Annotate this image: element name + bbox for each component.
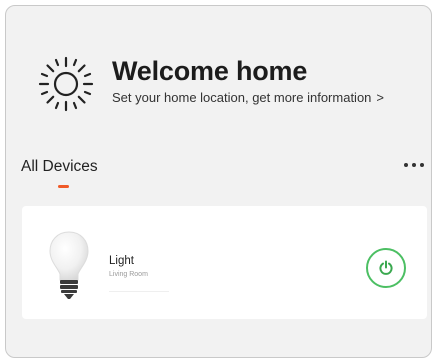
home-panel: Welcome home Set your home location, get… — [5, 5, 432, 358]
tab-all-devices[interactable]: All Devices — [21, 158, 98, 176]
welcome-text: Welcome home Set your home location, get… — [112, 56, 384, 105]
home-location-link[interactable]: Set your home location, get more informa… — [112, 90, 384, 105]
sun-icon — [38, 56, 94, 112]
home-location-link-label: Set your home location, get more informa… — [112, 90, 372, 105]
power-icon — [379, 260, 393, 275]
device-divider — [109, 291, 169, 292]
device-card-light[interactable]: Light Living Room — [22, 206, 427, 319]
chevron-right-icon: > — [376, 90, 385, 105]
device-room: Living Room — [109, 271, 148, 278]
welcome-header: Welcome home Set your home location, get… — [32, 56, 384, 118]
more-horizontal-icon[interactable] — [402, 158, 426, 172]
device-name: Light — [109, 255, 134, 267]
power-toggle-button[interactable] — [366, 248, 406, 288]
light-bulb-icon — [49, 231, 89, 299]
active-tab-indicator — [58, 185, 69, 188]
welcome-title: Welcome home — [112, 56, 308, 86]
